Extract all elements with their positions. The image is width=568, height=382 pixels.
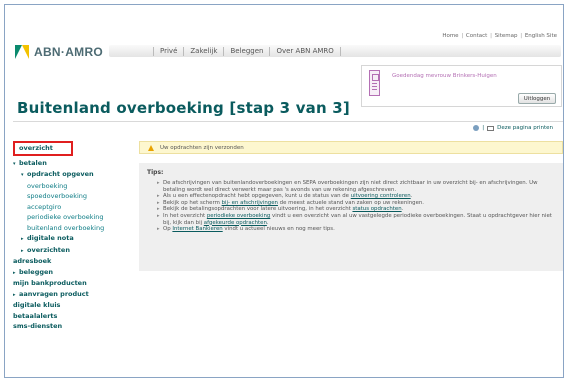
shield-icon [15,45,29,59]
nav-item-zakelijk[interactable]: Zakelijk [183,46,223,56]
sidebar-item-label: overzichten [27,245,70,254]
tip-text: Als u een effectenopdracht hebt opgegeve… [163,193,351,200]
sidebar-item-label: betalen [19,158,47,167]
main-nav: Privé Zakelijk Beleggen Over ABN AMRO [109,45,561,57]
tip-text: Bekijk de betalingsopdrachten voor later… [163,206,353,213]
tip-text: . [401,206,404,213]
tip-item: De afschrijvingen van buitenlandoverboek… [157,180,555,193]
sidebar-item-digitale-nota[interactable]: ▸ digitale nota [13,233,133,245]
sidebar-item-label: opdracht opgeven [27,170,94,178]
sidebar-item-mijn-bankproducten[interactable]: mijn bankproducten [13,278,133,289]
nav-item-beleggen[interactable]: Beleggen [223,46,269,56]
sidebar-item-periodieke-overboeking[interactable]: periodieke overboeking [13,212,133,223]
help-icon[interactable] [473,125,480,131]
tips-list: De afschrijvingen van buitenlandoverboek… [147,180,555,233]
top-links: Home | Contact | Sitemap | English Site [442,33,557,39]
sidebar-item-sms-diensten[interactable]: sms-diensten [13,321,133,332]
tips-box: Tips: De afschrijvingen van buitenlandov… [139,163,563,271]
link-periodieke-overboeking[interactable]: periodieke overboeking [207,213,270,219]
main-content: Uw opdrachten zijn verzonden Tips: De af… [139,141,563,271]
status-message: Uw opdrachten zijn verzonden [139,141,563,154]
logo-text: ABN·AMRO [34,45,104,59]
separator: | [461,33,464,39]
status-message-text: Uw opdrachten zijn verzonden [160,144,244,151]
sidebar-item-overboeking[interactable]: overboeking [13,181,133,192]
top-link-english-site[interactable]: English Site [525,33,557,39]
link-uitvoering-controleren[interactable]: uitvoering controleren [351,193,411,199]
sidebar-item-label: beleggen [19,267,54,276]
sidebar-item-label: digitale nota [27,234,74,242]
sidebar-item-betaalalerts[interactable]: betaalalerts [13,311,133,322]
top-link-sitemap[interactable]: Sitemap [495,33,518,39]
user-card-icon [369,70,380,96]
tip-item: Bekijk de betalingsopdrachten voor later… [157,206,555,213]
sidebar-item-betalen[interactable]: ▾ betalen [13,158,133,170]
sidebar-item-label: aanvragen product [19,289,89,298]
tip-text: de meest actuele stand van zaken op uw r… [277,199,425,206]
tip-text: vindt u actueel nieuws en nog meer tips. [222,226,335,233]
tip-text: De afschrijvingen van buitenlandoverboek… [163,180,538,193]
tip-item: Bekijk op het scherm bij- en afschrijvin… [157,200,555,207]
separator: | [482,125,485,131]
tip-text: . [410,193,413,200]
nav-item-over-abn-amro[interactable]: Over ABN AMRO [269,46,341,56]
separator: | [520,33,523,39]
utility-bar: | Deze pagina printen [473,125,553,131]
tip-text: In het overzicht [163,212,207,219]
sidebar-item-buitenland-overboeking[interactable]: buitenland overboeking [13,223,133,234]
top-link-contact[interactable]: Contact [466,33,487,39]
sidebar-item-aanvragen-product[interactable]: ▸ aanvragen product [13,289,133,301]
tip-item: Op Internet Bankieren vindt u actueel ni… [157,226,555,233]
tip-text: Op [163,226,173,233]
sidebar: overzicht ▾ betalen ▾ opdracht opgeven ove… [13,141,133,332]
link-afgekeurde-opdrachten[interactable]: afgekeurde opdrachten [204,220,267,226]
sidebar-item-beleggen[interactable]: ▸ beleggen [13,267,133,279]
browser-frame: Home | Contact | Sitemap | English Site … [4,4,564,378]
sidebar-item-opdracht-opgeven[interactable]: ▾ opdracht opgeven [13,169,133,181]
sidebar-item-adresboek[interactable]: adresboek [13,256,133,267]
warning-icon [148,144,154,151]
tip-text: . [266,219,269,226]
sidebar-item-overzicht[interactable]: overzicht [13,141,73,156]
logout-button[interactable]: Uitloggen [518,93,556,104]
printer-icon[interactable] [487,125,495,131]
nav-item-prive[interactable]: Privé [153,46,183,56]
divider [13,121,563,122]
link-bij-en-afschrijvingen[interactable]: bij- en afschrijvingen [222,200,278,206]
greeting: Goedendag mevrouw Brinkers-Huigen [392,73,497,79]
tip-item: In het overzicht periodieke overboeking … [157,213,555,226]
abn-amro-logo[interactable]: ABN·AMRO [15,45,103,59]
separator: | [490,33,492,39]
sidebar-item-acceptgiro[interactable]: acceptgiro [13,202,133,213]
tips-title: Tips: [147,169,164,176]
print-page-link[interactable]: Deze pagina printen [497,125,553,131]
sidebar-item-overzichten[interactable]: ▸ overzichten [13,245,133,257]
user-box: Goedendag mevrouw Brinkers-Huigen Uitlog… [361,65,562,107]
top-link-home[interactable]: Home [442,33,458,39]
link-internet-bankieren[interactable]: Internet Bankieren [172,226,222,232]
sidebar-item-spoedoverboeking[interactable]: spoedoverboeking [13,191,133,202]
tip-item: Als u een effectenopdracht hebt opgegeve… [157,193,555,200]
page-title: Buitenland overboeking [stap 3 van 3] [17,99,350,117]
sidebar-item-digitale-kluis[interactable]: digitale kluis [13,300,133,311]
link-status-opdrachten[interactable]: status opdrachten [352,206,401,212]
tip-text: Bekijk op het scherm [163,199,222,206]
